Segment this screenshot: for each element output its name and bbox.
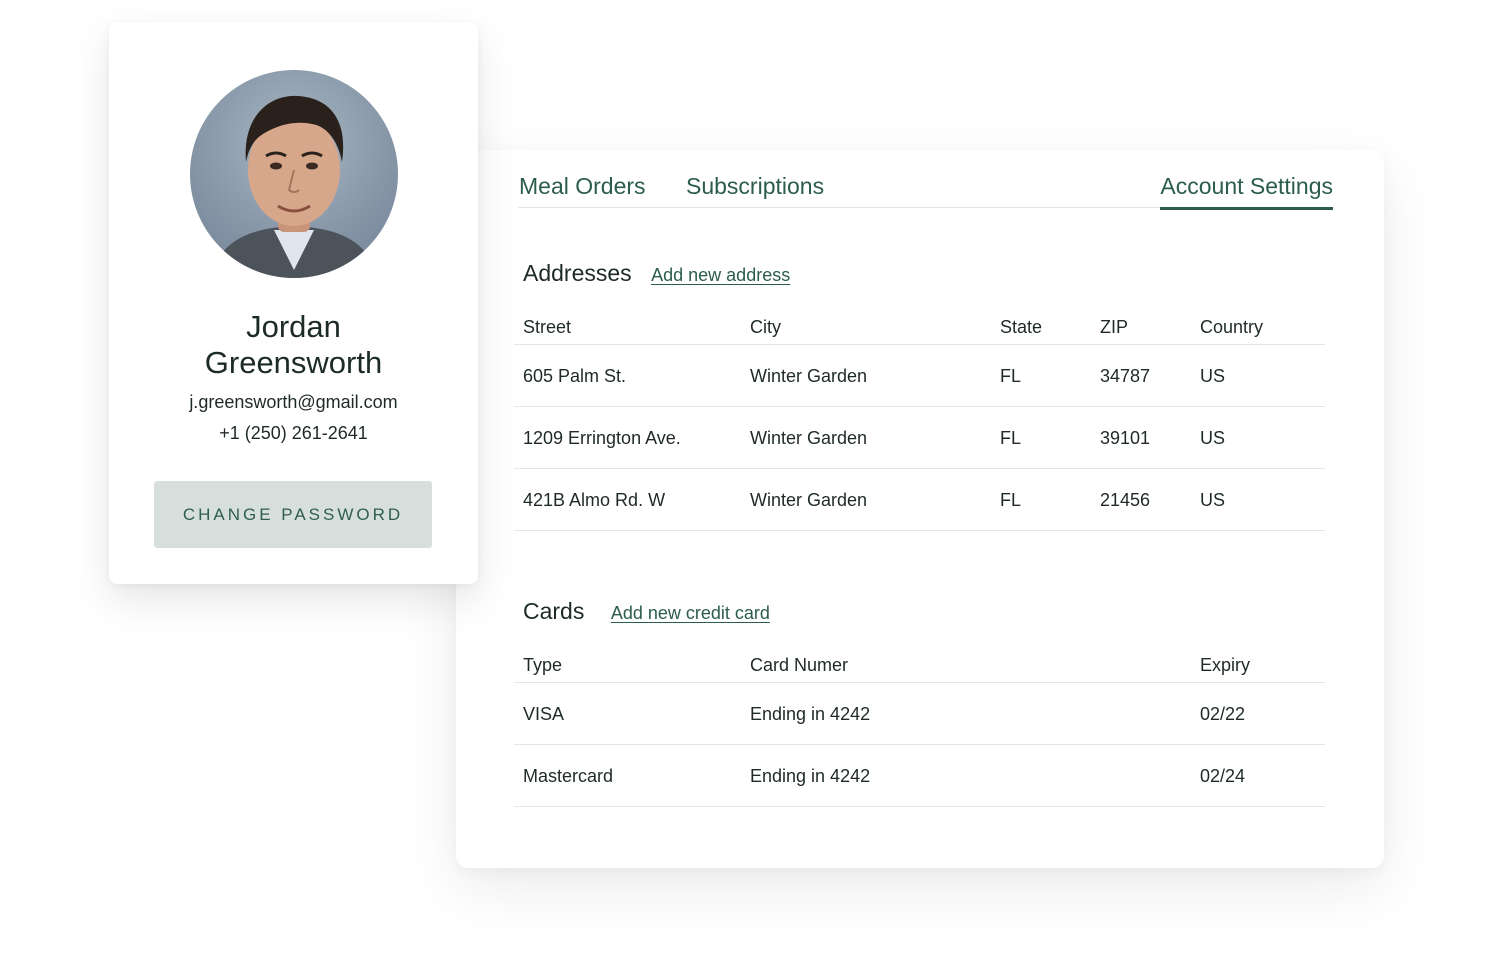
column-header-street: Street (523, 317, 572, 337)
address-row[interactable]: 1209 Errington Ave. Winter Garden FL 391… (514, 407, 1325, 469)
address-street: 605 Palm St. (523, 366, 627, 386)
tab-bar: Meal Orders Subscriptions Account Settin… (518, 170, 1333, 210)
add-new-credit-card-link[interactable]: Add new credit card (611, 603, 770, 624)
address-city: Winter Garden (750, 428, 868, 448)
address-state: FL (1000, 428, 1022, 448)
change-password-button[interactable]: CHANGE PASSWORD (154, 481, 432, 548)
address-state: FL (1000, 366, 1022, 386)
user-portrait-icon (210, 95, 378, 278)
address-row[interactable]: 605 Palm St. Winter Garden FL 34787 US (514, 345, 1325, 407)
address-street: 421B Almo Rd. W (523, 490, 666, 510)
address-country: US (1200, 428, 1226, 448)
column-header-country: Country (1200, 317, 1264, 337)
profile-last-name: Greensworth (204, 345, 383, 380)
column-header-type: Type (523, 655, 563, 675)
avatar (190, 70, 398, 278)
cards-table-header: Type Card Numer Expiry (514, 651, 1325, 683)
address-zip: 39101 (1100, 428, 1151, 448)
addresses-table-header: Street City State ZIP Country (514, 313, 1325, 345)
cards-title: Cards (523, 598, 585, 624)
profile-phone: +1 (250) 261-2641 (219, 423, 368, 443)
card-expiry: 02/22 (1200, 704, 1246, 724)
profile-card: Jordan Greensworth j.greensworth@gmail.c… (109, 22, 478, 584)
column-header-state: State (1000, 317, 1043, 337)
card-type: VISA (523, 704, 565, 724)
address-zip: 21456 (1100, 490, 1151, 510)
address-row[interactable]: 421B Almo Rd. W Winter Garden FL 21456 U… (514, 469, 1325, 531)
profile-email: j.greensworth@gmail.com (189, 392, 398, 412)
card-expiry: 02/24 (1200, 766, 1246, 786)
column-header-city: City (750, 317, 781, 337)
column-header-zip: ZIP (1100, 317, 1129, 337)
address-country: US (1200, 366, 1226, 386)
tab-account-settings[interactable]: Account Settings (1160, 173, 1333, 210)
addresses-table: Street City State ZIP Country 605 Palm S… (514, 313, 1325, 531)
card-row[interactable]: Mastercard Ending in 4242 02/24 (514, 745, 1325, 807)
address-zip: 34787 (1100, 366, 1151, 386)
tab-subscriptions[interactable]: Subscriptions (686, 173, 824, 200)
address-street: 1209 Errington Ave. (523, 428, 681, 448)
cards-table: Type Card Numer Expiry VISA Ending in 42… (514, 651, 1325, 807)
card-type: Mastercard (523, 766, 614, 786)
address-city: Winter Garden (750, 490, 868, 510)
address-state: FL (1000, 490, 1022, 510)
add-new-address-link[interactable]: Add new address (651, 265, 790, 286)
tab-meal-orders[interactable]: Meal Orders (519, 173, 646, 200)
address-country: US (1200, 490, 1226, 510)
card-number: Ending in 4242 (750, 704, 871, 724)
addresses-header: Addresses Add new address (523, 260, 790, 287)
profile-name: Jordan Greensworth (109, 309, 478, 381)
column-header-expiry: Expiry (1200, 655, 1251, 675)
profile-first-name: Jordan (246, 309, 341, 344)
account-settings-panel: Meal Orders Subscriptions Account Settin… (456, 150, 1384, 868)
column-header-card-number: Card Numer (750, 655, 849, 675)
card-number: Ending in 4242 (750, 766, 871, 786)
cards-header: Cards Add new credit card (523, 598, 770, 625)
address-city: Winter Garden (750, 366, 868, 386)
card-row[interactable]: VISA Ending in 4242 02/22 (514, 683, 1325, 745)
addresses-title: Addresses (523, 260, 632, 286)
